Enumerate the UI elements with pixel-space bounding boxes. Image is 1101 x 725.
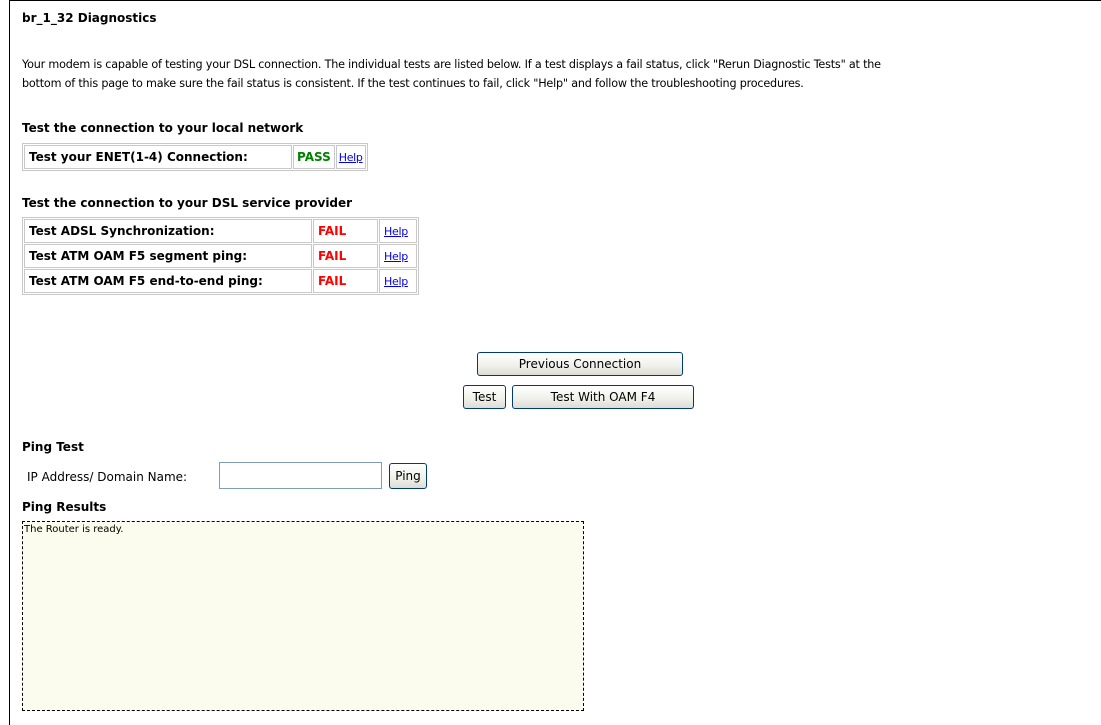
ping-results-box[interactable]: The Router is ready.	[22, 521, 584, 711]
ping-button[interactable]: Ping	[389, 463, 427, 489]
local-network-heading: Test the connection to your local networ…	[22, 121, 304, 135]
help-link-adsl-sync[interactable]: Help	[384, 225, 408, 238]
previous-connection-button[interactable]: Previous Connection	[477, 352, 683, 376]
help-cell: Help	[379, 244, 417, 268]
test-label: Test ADSL Synchronization:	[24, 219, 312, 243]
table-row: Test ATM OAM F5 end-to-end ping: FAIL He…	[24, 269, 417, 293]
test-label: Test ATM OAM F5 end-to-end ping:	[24, 269, 312, 293]
help-link-f5-end-to-end[interactable]: Help	[384, 275, 408, 288]
test-label: Test your ENET(1-4) Connection:	[24, 145, 292, 169]
table-row: Test ADSL Synchronization: FAIL Help	[24, 219, 417, 243]
table-row: Test ATM OAM F5 segment ping: FAIL Help	[24, 244, 417, 268]
table-row: Test your ENET(1-4) Connection: PASS Hel…	[24, 145, 366, 169]
status-fail: FAIL	[313, 244, 378, 268]
ping-test-heading: Ping Test	[22, 440, 84, 454]
help-link-enet[interactable]: Help	[339, 151, 363, 164]
help-cell: Help	[379, 219, 417, 243]
ip-address-input[interactable]	[219, 462, 382, 489]
status-pass: PASS	[293, 145, 335, 169]
test-oam-f4-button[interactable]: Test With OAM F4	[512, 385, 694, 409]
ping-results-heading: Ping Results	[22, 500, 107, 514]
status-fail: FAIL	[313, 219, 378, 243]
test-button[interactable]: Test	[463, 385, 506, 409]
dsl-provider-heading: Test the connection to your DSL service …	[22, 196, 353, 210]
help-cell: Help	[335, 145, 366, 169]
status-fail: FAIL	[313, 269, 378, 293]
page-title: br_1_32 Diagnostics	[22, 11, 157, 25]
ip-address-label: IP Address/ Domain Name:	[27, 470, 188, 484]
help-cell: Help	[379, 269, 417, 293]
intro-text: Your modem is capable of testing your DS…	[22, 55, 1098, 93]
intro-line-1: Your modem is capable of testing your DS…	[22, 58, 881, 71]
intro-line-2: bottom of this page to make sure the fai…	[22, 77, 804, 90]
dsl-provider-table: Test ADSL Synchronization: FAIL Help Tes…	[22, 217, 419, 295]
test-label: Test ATM OAM F5 segment ping:	[24, 244, 312, 268]
help-link-f5-segment[interactable]: Help	[384, 250, 408, 263]
local-network-table: Test your ENET(1-4) Connection: PASS Hel…	[22, 143, 368, 171]
